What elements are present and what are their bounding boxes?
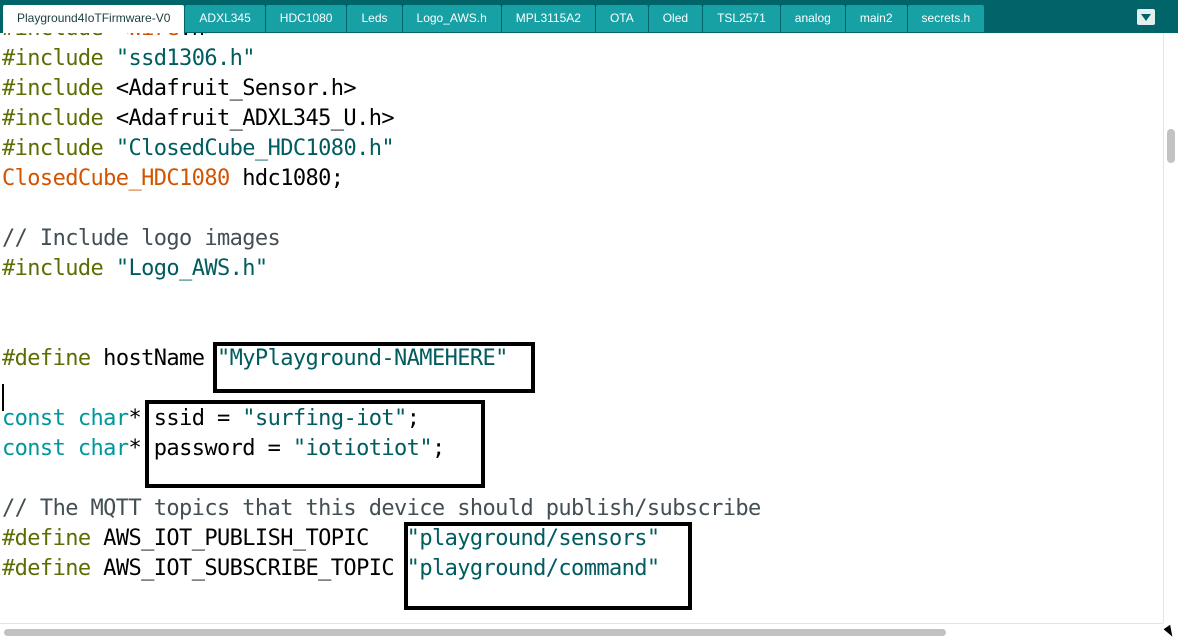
code-line[interactable]: ClosedCube_HDC1080 hdc1080;: [2, 164, 761, 194]
tab-leds[interactable]: Leds: [347, 5, 402, 32]
code-token: <: [103, 33, 129, 41]
code-line[interactable]: #include "ClosedCube_HDC1080.h": [2, 134, 761, 164]
sketch-tab-bar: Playground4IoTFirmware-V0 ADXL345 HDC1080 L…: [0, 0, 1178, 33]
tab-adxl345[interactable]: ADXL345: [185, 5, 265, 32]
tab-ota[interactable]: OTA: [595, 5, 648, 32]
horizontal-scroll-thumb[interactable]: [4, 629, 946, 636]
tab-hdc1080[interactable]: HDC1080: [265, 5, 347, 32]
code-line[interactable]: [2, 614, 761, 623]
code-line[interactable]: [2, 284, 761, 314]
code-token: #include: [2, 33, 104, 41]
tab-main2[interactable]: main2: [845, 5, 907, 32]
code-token: #define: [2, 526, 91, 551]
tab-tsl2571[interactable]: TSL2571: [703, 5, 780, 32]
code-token: char: [77, 406, 129, 431]
code-token: AWS_IOT_PUBLISH_TOPIC: [90, 526, 407, 551]
code-token: <Adafruit_ADXL345_U.h>: [103, 106, 395, 131]
code-line[interactable]: #include "ssd1306.h": [2, 44, 761, 74]
highlight-box-credentials: [145, 400, 485, 488]
text-caret: [2, 384, 4, 411]
code-line[interactable]: #include <Wire.h>: [2, 33, 761, 44]
tab-logo-aws-h[interactable]: Logo_AWS.h: [402, 5, 501, 32]
code-token: .h>: [179, 33, 218, 41]
code-token: hdc1080;: [229, 166, 344, 191]
code-token: #include: [2, 46, 104, 71]
tab-oled[interactable]: Oled: [648, 5, 703, 32]
code-token: "ssd1306.h": [115, 46, 256, 71]
tab-analog[interactable]: analog: [780, 5, 845, 32]
tab-mpl3115a2[interactable]: MPL3115A2: [501, 5, 595, 32]
code-token: AWS_IOT_SUBSCRIBE_TOPIC: [90, 556, 407, 581]
tab-list: Playground4IoTFirmware-V0 ADXL345 HDC1080 L…: [3, 5, 985, 33]
vertical-scroll-thumb[interactable]: [1167, 129, 1175, 163]
tab-playground4iotfirmware-v0[interactable]: Playground4IoTFirmware-V0: [3, 5, 185, 33]
code-line[interactable]: #include "Logo_AWS.h": [2, 254, 761, 284]
code-line[interactable]: // The MQTT topics that this device shou…: [2, 494, 761, 524]
code-line[interactable]: [2, 194, 761, 224]
code-token: char: [77, 436, 129, 461]
code-token: #include: [2, 256, 104, 281]
code-token: #define: [2, 346, 91, 371]
code-token: #define: [2, 556, 91, 581]
dropdown-triangle-icon: [1141, 13, 1151, 21]
code-token: #include: [2, 106, 104, 131]
code-token: Wire: [128, 33, 179, 41]
code-token: const: [2, 436, 66, 461]
code-token: ClosedCube_HDC1080: [2, 166, 230, 191]
code-token: "ClosedCube_HDC1080.h": [115, 136, 395, 161]
code-token: const: [2, 406, 66, 431]
code-line[interactable]: #include <Adafruit_ADXL345_U.h>: [2, 104, 761, 134]
code-token: // Include logo images: [2, 226, 281, 251]
tab-menu-button[interactable]: [1137, 9, 1155, 25]
vertical-scrollbar[interactable]: [1163, 33, 1178, 623]
code-token: hostName: [90, 346, 217, 371]
code-token: // The MQTT topics that this device shou…: [2, 496, 761, 521]
code-line[interactable]: // Include logo images: [2, 224, 761, 254]
highlight-box-hostname: [213, 342, 535, 393]
code-token: #include: [2, 76, 104, 101]
code-token: #include: [2, 136, 104, 161]
code-token: <Adafruit_Sensor.h>: [103, 76, 357, 101]
highlight-box-mqtt-topics: [404, 522, 692, 610]
code-token: "Logo_AWS.h": [115, 256, 268, 281]
horizontal-scrollbar[interactable]: [0, 623, 1163, 639]
code-line[interactable]: #include <Adafruit_Sensor.h>: [2, 74, 761, 104]
code-line[interactable]: [2, 314, 761, 344]
tab-secrets-h[interactable]: secrets.h: [907, 5, 985, 32]
